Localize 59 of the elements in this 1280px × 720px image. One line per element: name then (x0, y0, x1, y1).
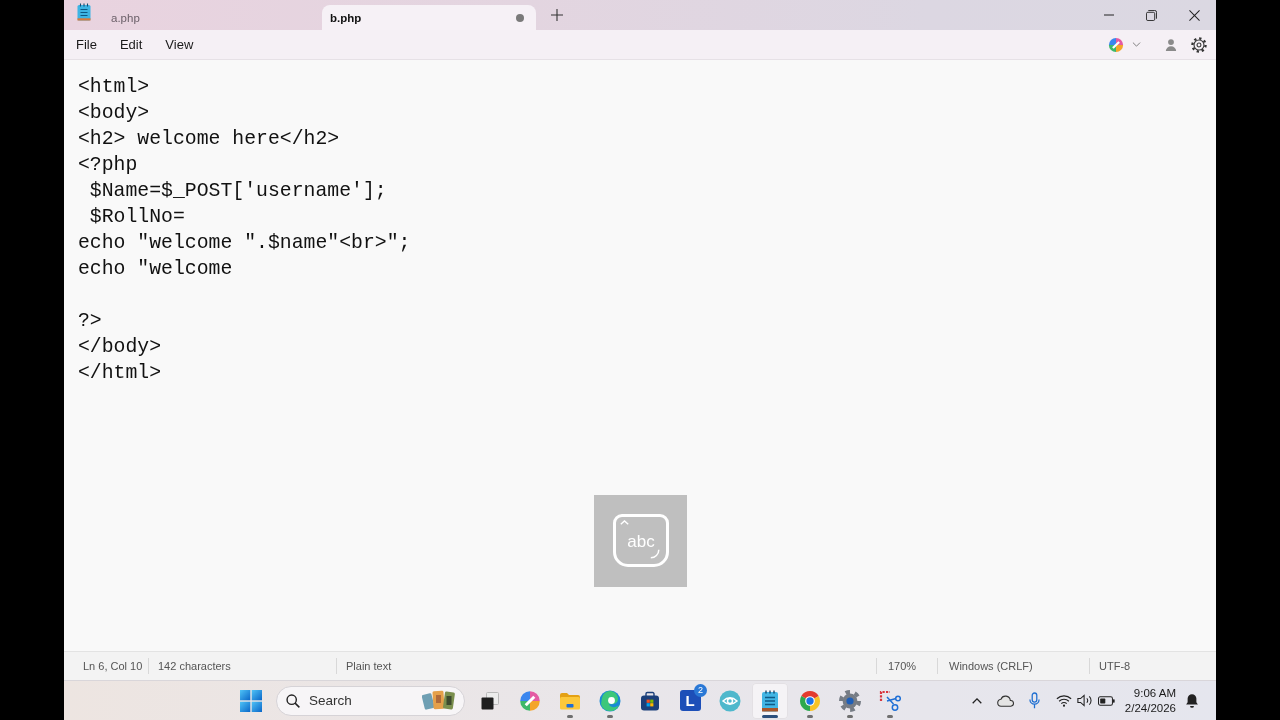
wave-icon (599, 689, 621, 712)
code-line: <body> (78, 101, 150, 126)
microphone-icon (1029, 692, 1041, 709)
plus-icon (551, 9, 563, 21)
grid-icon (240, 689, 262, 712)
overlapping-squares-icon (480, 690, 500, 711)
code-line: echo "welcome (78, 257, 233, 282)
eye-icon (719, 689, 741, 712)
shopping-bag-icon (640, 690, 660, 711)
clock[interactable]: 9:06 AM 2/24/2026 (1118, 684, 1180, 717)
taskbar-button[interactable] (752, 682, 788, 719)
menu-item[interactable]: View (153, 30, 205, 59)
search-icon (286, 693, 300, 708)
code-line: <h2> welcome here</h2> (78, 127, 340, 152)
notepad-icon (76, 3, 92, 21)
line-ending: Windows (CRLF) (949, 660, 1033, 672)
segmented-circle-icon (799, 689, 821, 712)
code-line: $RollNo= (88, 205, 185, 230)
code-line: </html> (78, 361, 162, 386)
input-mode-label: abc (627, 533, 655, 551)
speaker-icon (1076, 694, 1093, 707)
caret-icon (620, 520, 629, 525)
file-type: Plain text (346, 660, 392, 672)
settings-icon (1191, 36, 1207, 53)
swirl-icon (519, 689, 541, 712)
swoosh-icon (650, 549, 660, 559)
taskbar-app-button[interactable]: L 2 (670, 682, 710, 719)
code-line: ?> (78, 309, 102, 334)
tab[interactable]: a.php (100, 5, 322, 30)
chevron-down-icon (1132, 42, 1141, 47)
character-count: 142 characters (158, 660, 231, 672)
cloud-icon (996, 694, 1015, 707)
menu-item[interactable]: Edit (107, 30, 154, 59)
search-field[interactable]: Search (276, 685, 465, 716)
cursor-position: Ln 6, Col 10 (83, 660, 143, 672)
menu-item[interactable]: File (64, 30, 108, 59)
chevron-up-icon (971, 697, 982, 704)
notification-badge: 2 (694, 683, 707, 697)
search-highlight-drawing (422, 689, 456, 712)
encoding: UTF-8 (1099, 660, 1131, 672)
search-input[interactable]: Search (300, 693, 422, 708)
tab[interactable]: b.php (322, 5, 536, 30)
notepad-icon (761, 689, 779, 712)
wifi-icon (1055, 694, 1072, 707)
battery-icon (1097, 695, 1115, 706)
restore-icon (1146, 9, 1157, 21)
swirl-icon (1108, 36, 1124, 53)
close-icon (1189, 9, 1200, 21)
person-icon (1165, 38, 1177, 51)
gear-icon (839, 689, 861, 712)
minimize-icon (1103, 14, 1114, 16)
bell-icon (1185, 692, 1199, 709)
code-line: </body> (78, 335, 162, 360)
zoom-level: 170% (888, 660, 917, 672)
code-line: $Name=$_POST['username']; (88, 179, 387, 204)
code-line: <?php (78, 153, 138, 178)
code-line: <html> (78, 75, 150, 100)
code-line: echo "welcome ".$name"<br>"; (78, 231, 411, 256)
scissors-icon (879, 689, 901, 712)
